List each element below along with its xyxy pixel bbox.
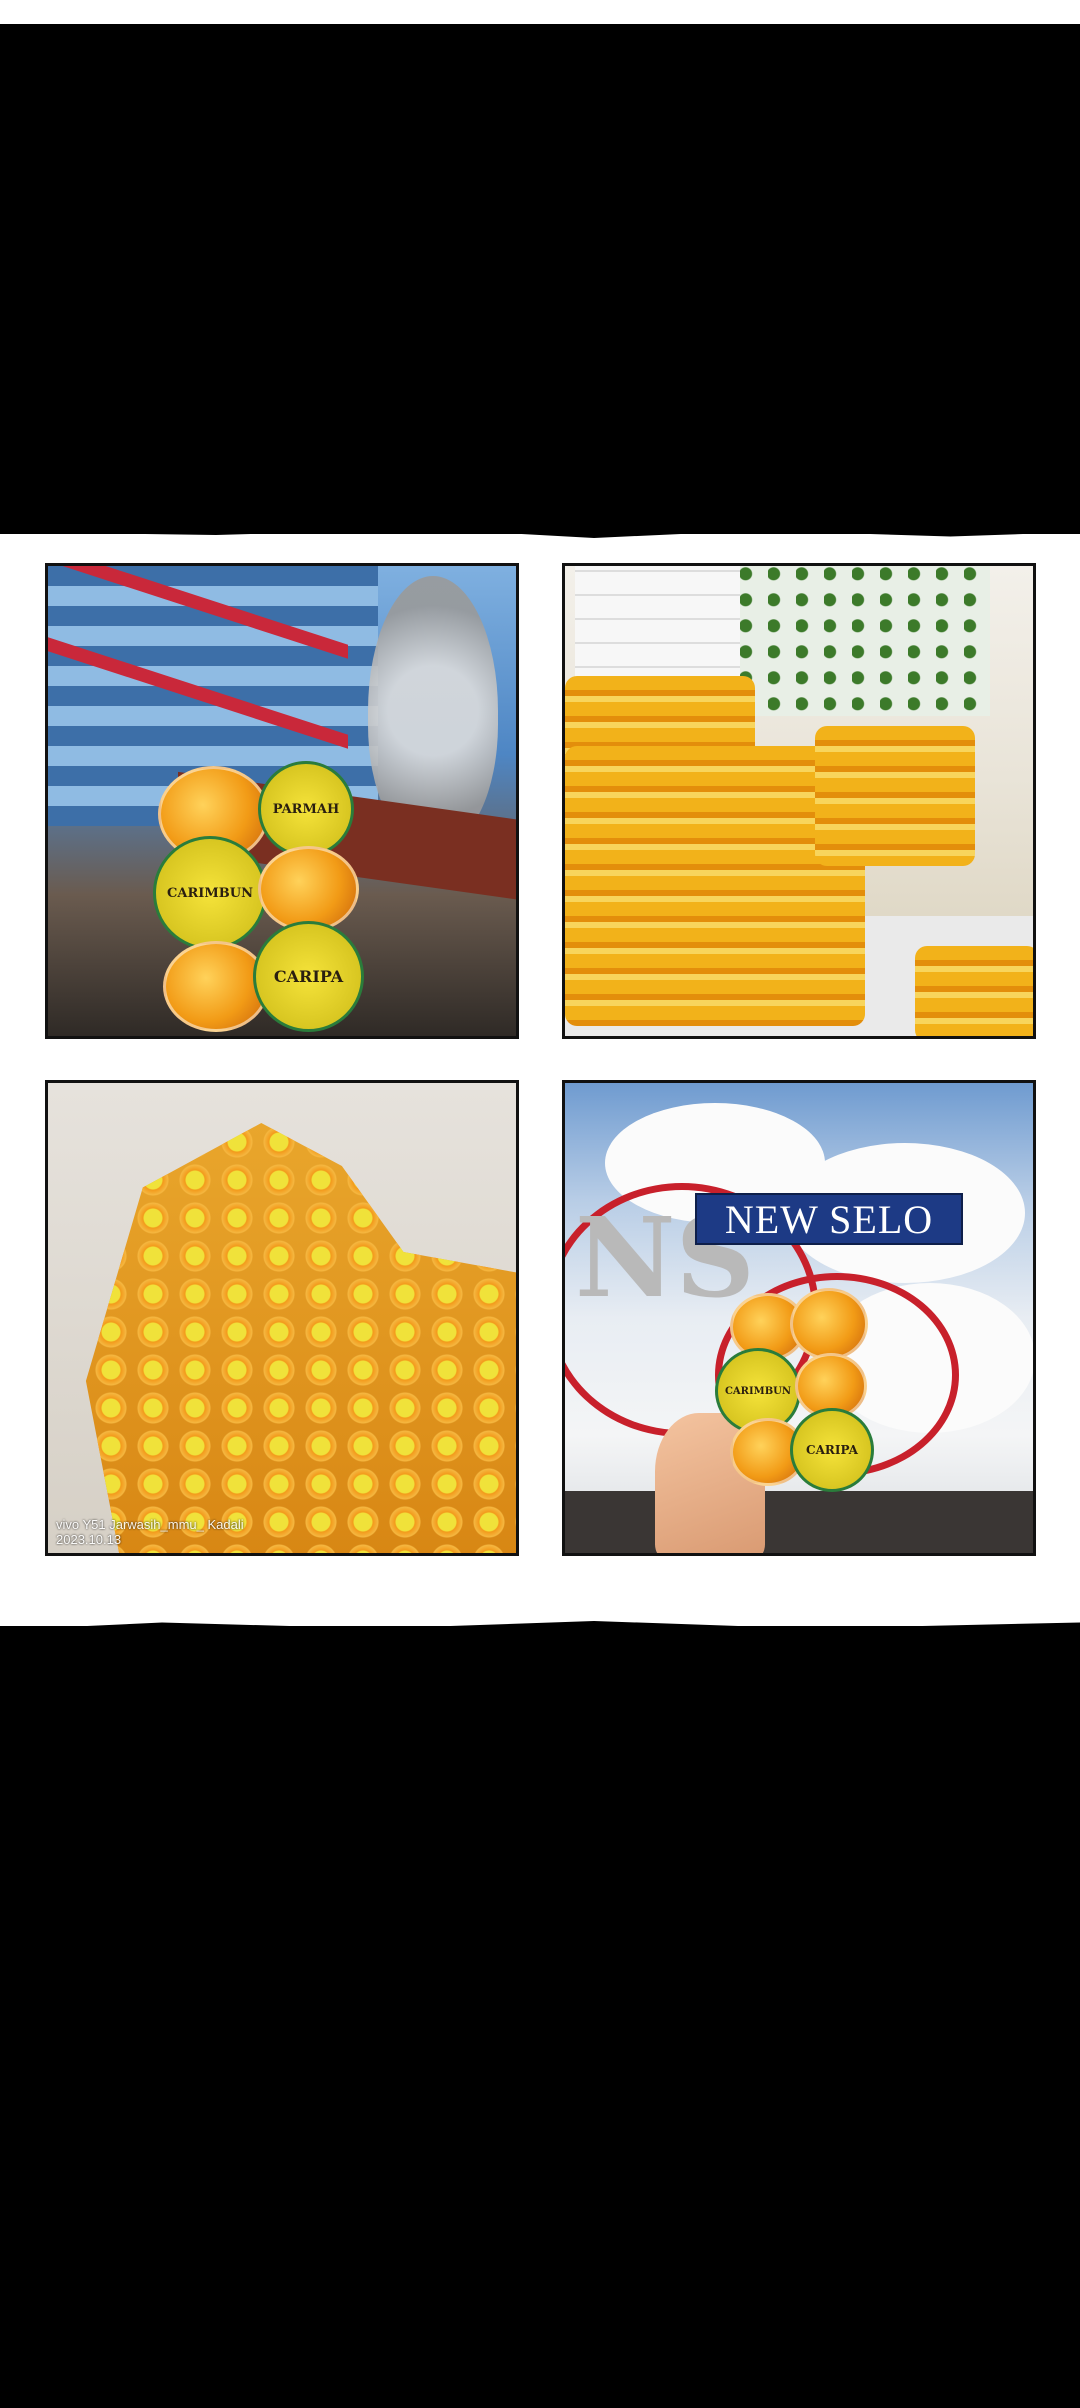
camera-watermark: vivo Y51 Jarwasih_mmu_ Kadali 2023.10.13 [56,1517,244,1547]
jelly-label: PARMAH [258,761,354,857]
photo-new-selo-sign: NS NEW SELO CARIMBUN CARIPA [562,1080,1036,1556]
jelly-label: CARIPA [790,1408,874,1492]
jelly-heap [85,1123,516,1553]
top-white-strip [0,0,1080,24]
photo-building-jelly-pack: PARMAH CARIMBUN CARIPA [45,563,519,1039]
jelly-label: CARIMBUN [153,836,267,950]
watermark-line: vivo Y51 Jarwasih_mmu_ Kadali [56,1517,244,1532]
new-selo-sign: NEW SELO [695,1193,963,1245]
jelly-cup [790,1288,868,1360]
ivy-wall [740,566,990,716]
jelly-stack [915,946,1033,1036]
photo-shop-interior [562,563,1036,1039]
wall-base [565,1491,1033,1553]
photo-jelly-heap: vivo Y51 Jarwasih_mmu_ Kadali 2023.10.13 [45,1080,519,1556]
jelly-label: CARIPA [253,921,364,1032]
jelly-cup [258,846,359,932]
watermark-date: 2023.10.13 [56,1532,122,1547]
jelly-stack [815,726,975,866]
